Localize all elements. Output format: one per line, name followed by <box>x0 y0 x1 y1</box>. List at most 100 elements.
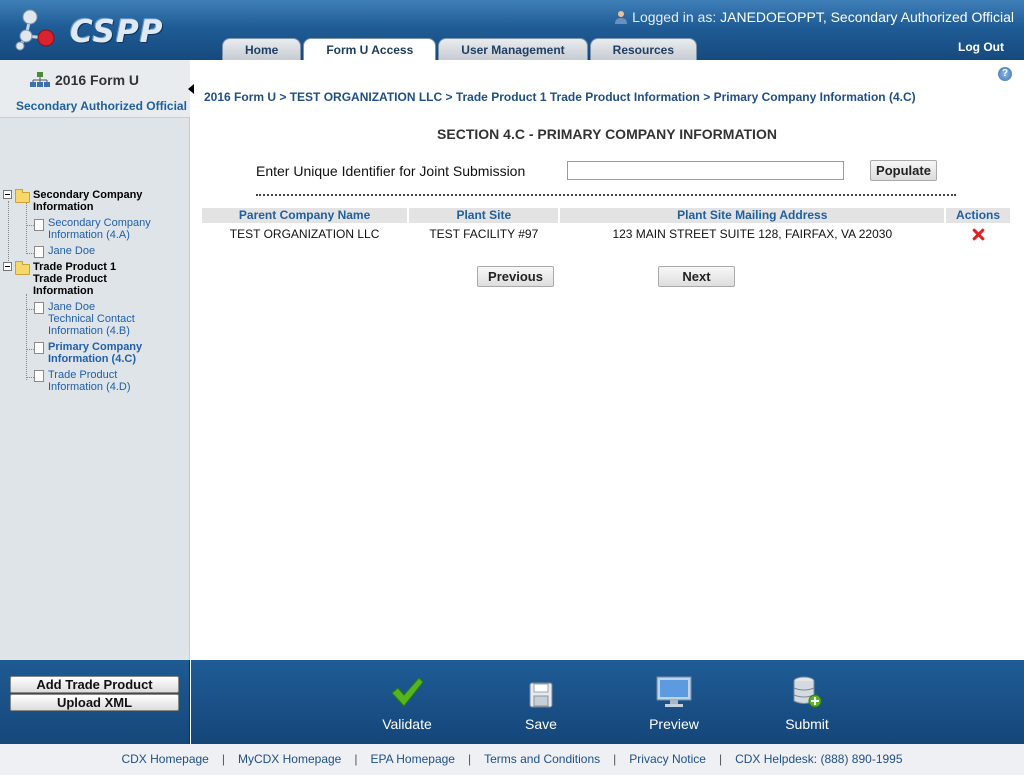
tree-connector <box>26 309 34 310</box>
login-user: JANEDOEOPPT, Secondary Authorized Offici… <box>720 9 1014 25</box>
tree-connector <box>8 201 9 269</box>
tab-form-u-access[interactable]: Form U Access <box>303 38 437 60</box>
footer-separator: | <box>354 752 358 766</box>
folder-icon <box>15 189 30 203</box>
tree-label: Information <box>33 285 94 297</box>
main-tabs: Home Form U Access User Management Resou… <box>222 38 699 60</box>
tree-label: Secondary Company <box>48 217 151 229</box>
col-plant-site[interactable]: Plant Site <box>409 208 559 223</box>
delete-icon[interactable] <box>971 227 985 241</box>
tree-label: Information <box>33 201 94 213</box>
preview-button[interactable]: Preview <box>629 672 719 732</box>
checkmark-icon <box>391 677 424 707</box>
monitor-icon <box>656 676 692 707</box>
sidebar-role: Secondary Authorized Official <box>16 99 187 113</box>
action-toolbar: Validate Save Preview Submit <box>191 660 1024 744</box>
tree-connector <box>26 349 34 350</box>
upload-xml-button[interactable]: Upload XML <box>10 694 179 711</box>
footer-mycdx-homepage[interactable]: MyCDX Homepage <box>238 752 341 766</box>
previous-button[interactable]: Previous <box>477 266 554 287</box>
next-button[interactable]: Next <box>658 266 735 287</box>
tree-label: Information (4.A) <box>48 229 130 241</box>
col-plant-site-mailing-address[interactable]: Plant Site Mailing Address <box>560 208 945 223</box>
section-title: SECTION 4.C - PRIMARY COMPANY INFORMATIO… <box>437 126 777 142</box>
sidebar: 2016 Form U Secondary Authorized Officia… <box>0 60 194 660</box>
tree-item-trade-product-4d[interactable]: Trade Product Information (4.D) <box>48 369 131 393</box>
col-actions: Actions <box>946 208 1010 223</box>
help-icon[interactable]: ? <box>998 67 1012 81</box>
validate-label: Validate <box>382 716 432 732</box>
breadcrumb-form-u[interactable]: 2016 Form U <box>204 90 276 104</box>
tree-label: Jane Doe <box>48 301 96 313</box>
login-info: Logged in as: JANEDOEOPPT, Secondary Aut… <box>614 9 1014 25</box>
tree-label: Information (4.B) <box>48 325 130 337</box>
page-icon <box>34 342 44 354</box>
footer-separator: | <box>221 752 225 766</box>
save-button[interactable]: Save <box>496 672 586 732</box>
tree-label: Information (4.D) <box>48 381 131 393</box>
breadcrumb-separator: > <box>699 90 714 104</box>
unique-identifier-input[interactable] <box>567 161 844 180</box>
tree-connector <box>26 202 27 254</box>
validate-button[interactable]: Validate <box>362 672 452 732</box>
tree-item-primary-company-4c[interactable]: Primary Company Information (4.C) <box>48 341 142 365</box>
tree-folder-trade-product-1[interactable]: Trade Product 1 Trade Product Informatio… <box>33 261 116 297</box>
sidebar-actions: Add Trade Product Upload XML <box>0 660 190 744</box>
cell-parent-company: TEST ORGANIZATION LLC <box>229 227 380 241</box>
cspp-logo[interactable]: CSPP <box>12 8 162 52</box>
breadcrumb: 2016 Form U > TEST ORGANIZATION LLC > Tr… <box>204 90 916 104</box>
submit-button[interactable]: Submit <box>762 672 852 732</box>
page-icon <box>34 246 44 258</box>
tree-label: Secondary Company <box>33 189 143 201</box>
breadcrumb-separator: > <box>276 90 290 104</box>
collapse-toggle-icon[interactable] <box>3 262 12 271</box>
footer: CDX Homepage | MyCDX Homepage | EPA Homepage… <box>0 744 1024 775</box>
sidebar-title: 2016 Form U <box>55 72 140 88</box>
populate-button[interactable]: Populate <box>870 160 937 181</box>
add-trade-product-button[interactable]: Add Trade Product <box>10 676 179 693</box>
footer-helpdesk[interactable]: CDX Helpdesk: (888) 890-1995 <box>735 752 902 766</box>
tree-item-technical-contact-4b[interactable]: Jane Doe Technical Contact Information (… <box>48 301 135 337</box>
footer-cdx-homepage[interactable]: CDX Homepage <box>121 752 208 766</box>
floppy-disk-icon <box>529 682 553 708</box>
logout-link[interactable]: Log Out <box>958 40 1004 54</box>
collapse-sidebar-icon[interactable] <box>188 84 194 94</box>
database-add-icon <box>793 676 822 708</box>
logo-text: CSPP <box>70 14 164 50</box>
app-header: CSPP Logged in as: JANEDOEOPPT, Secondar… <box>0 0 1024 60</box>
footer-separator: | <box>467 752 472 766</box>
breadcrumb-organization[interactable]: TEST ORGANIZATION LLC <box>290 90 442 104</box>
page-icon <box>34 302 44 314</box>
breadcrumb-current: Primary Company Information (4.C) <box>713 90 916 104</box>
page-icon <box>34 370 44 382</box>
footer-epa-homepage[interactable]: EPA Homepage <box>370 752 455 766</box>
tab-resources[interactable]: Resources <box>589 38 698 60</box>
user-icon <box>615 11 628 24</box>
cell-actions <box>946 223 1010 245</box>
footer-privacy[interactable]: Privacy Notice <box>629 752 706 766</box>
tab-home[interactable]: Home <box>222 38 302 60</box>
dotted-divider <box>256 194 956 196</box>
tree-label: Trade Product 1 <box>33 261 117 273</box>
folder-icon <box>15 261 30 275</box>
sidebar-header: 2016 Form U Secondary Authorized Officia… <box>0 60 190 118</box>
tree-connector <box>26 253 34 254</box>
col-parent-company-name[interactable]: Parent Company Name <box>202 208 408 223</box>
tab-user-management[interactable]: User Management <box>438 38 588 60</box>
cell-mailing-address: 123 MAIN STREET SUITE 128, FAIRFAX, VA 2… <box>612 227 893 241</box>
tree-label: Primary Company <box>48 341 143 353</box>
tree-connector <box>26 377 34 378</box>
tree-label: Trade Product <box>33 273 107 285</box>
footer-terms[interactable]: Terms and Conditions <box>484 752 600 766</box>
tree-label: Trade Product <box>48 369 118 381</box>
tree-label: Technical Contact <box>48 313 135 325</box>
table-row: TEST ORGANIZATION LLC TEST FACILITY #97 … <box>202 223 1010 245</box>
tree-label: Information (4.C) <box>48 353 136 365</box>
save-label: Save <box>525 716 557 732</box>
tree-item-jane-doe[interactable]: Jane Doe <box>48 245 95 257</box>
tree-item-secondary-company-4a[interactable]: Secondary Company Information (4.A) <box>48 217 151 241</box>
submit-label: Submit <box>785 716 829 732</box>
collapse-toggle-icon[interactable] <box>3 190 12 199</box>
breadcrumb-trade-product[interactable]: Trade Product 1 Trade Product Informatio… <box>456 90 700 104</box>
tree-folder-secondary-company[interactable]: Secondary Company Information <box>33 189 142 213</box>
